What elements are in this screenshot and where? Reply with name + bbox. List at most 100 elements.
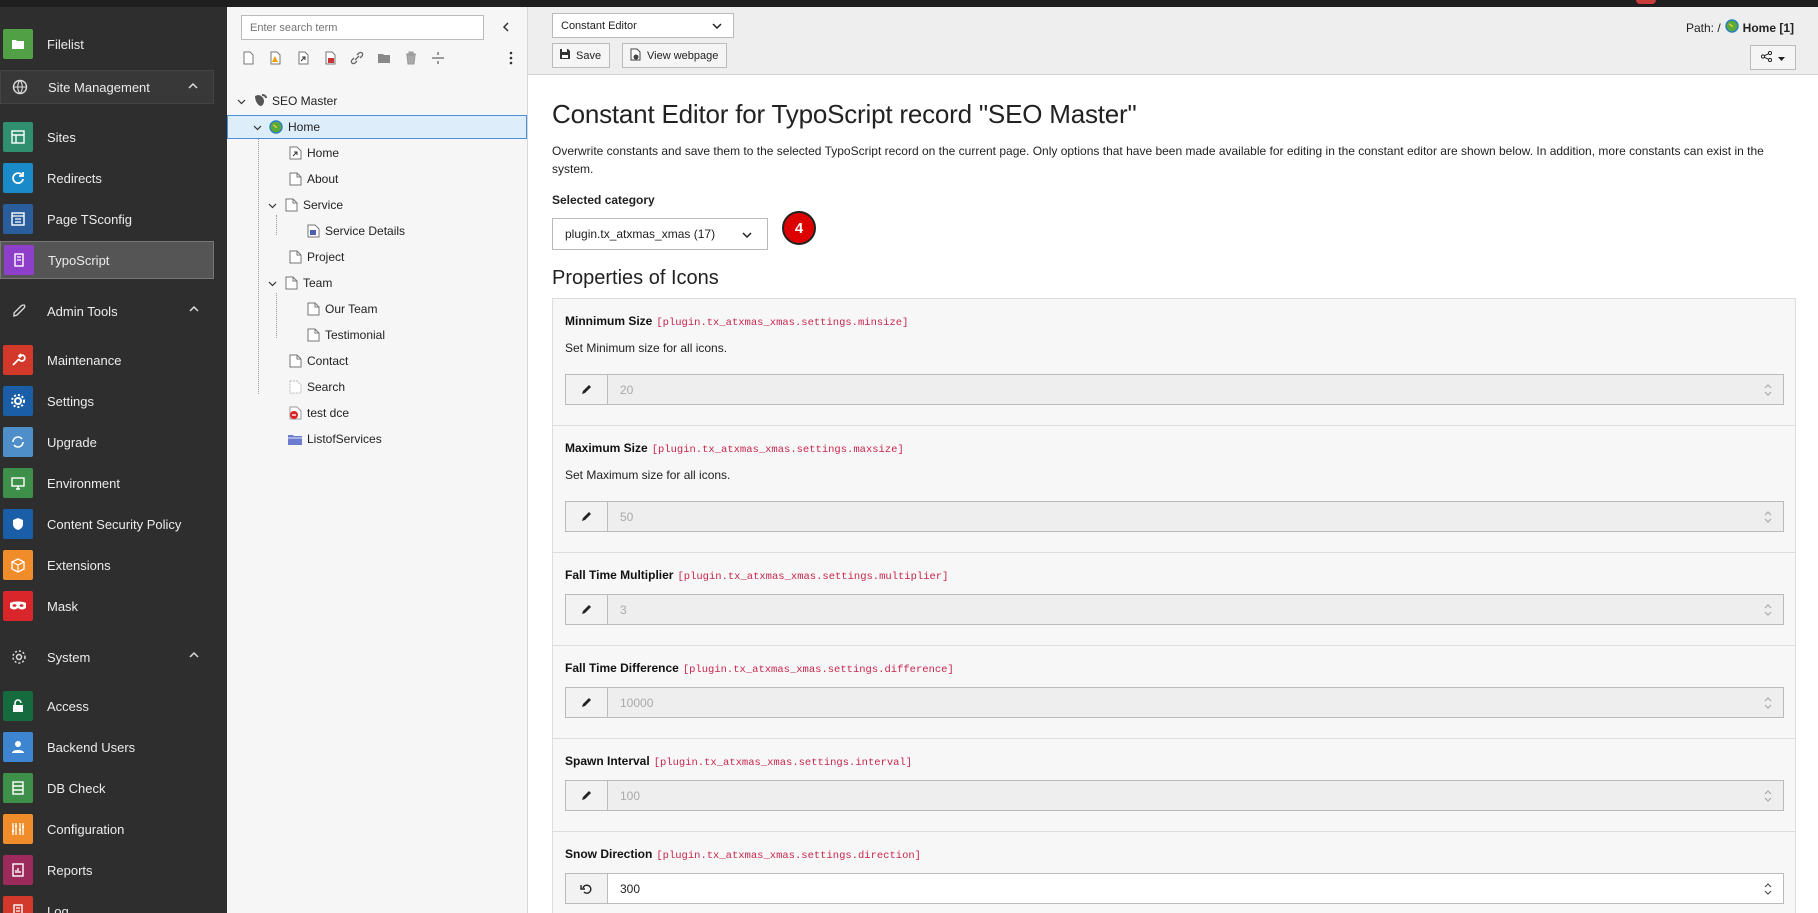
tree-node-service-details[interactable]: Service Details xyxy=(301,219,405,243)
shield-icon xyxy=(3,509,33,539)
view-webpage-button[interactable]: View webpage xyxy=(622,43,728,68)
wrench-icon xyxy=(3,345,33,375)
notification-dot[interactable] xyxy=(1636,0,1656,4)
property-value-input[interactable]: 10000 xyxy=(608,688,1753,717)
divider-icon[interactable] xyxy=(429,49,447,67)
share-icon xyxy=(1760,50,1773,65)
tree-node-team[interactable]: Team xyxy=(265,271,332,295)
breadcrumb: Path: / Home [1] xyxy=(1686,19,1794,36)
module-db-check[interactable]: DB Check xyxy=(0,769,227,807)
tree-node-about[interactable]: About xyxy=(283,167,338,191)
new-link-page-icon[interactable] xyxy=(321,49,339,67)
module-redirects[interactable]: Redirects xyxy=(0,159,227,197)
chevron-down-icon[interactable] xyxy=(265,279,279,288)
module-settings[interactable]: Settings xyxy=(0,382,227,420)
chevron-down-icon[interactable] xyxy=(250,123,264,132)
module-item-partial[interactable] xyxy=(0,7,227,19)
property-description: Set Maximum size for all icons. xyxy=(565,468,731,482)
gear-icon xyxy=(4,649,34,665)
spinner-icon[interactable] xyxy=(1753,595,1783,624)
tree-search-input[interactable] xyxy=(241,15,484,40)
property-field: 50 xyxy=(565,501,1784,532)
property-key: [plugin.tx_atxmas_xmas.settings.multipli… xyxy=(677,571,949,583)
group-admin-tools[interactable]: Admin Tools xyxy=(0,294,214,328)
module-mask[interactable]: Mask xyxy=(0,587,227,625)
tree-node-project[interactable]: Project xyxy=(283,245,344,269)
share-button[interactable] xyxy=(1750,45,1796,70)
undo-icon[interactable] xyxy=(566,874,608,903)
module-backend-users[interactable]: Backend Users xyxy=(0,728,227,766)
module-access[interactable]: Access xyxy=(0,687,227,725)
tree-node-label: Home xyxy=(288,120,321,134)
more-options-icon[interactable] xyxy=(502,49,520,67)
category-select[interactable]: plugin.tx_atxmas_xmas (17) xyxy=(552,218,768,250)
property-row: Minnimum Size [plugin.tx_atxmas_xmas.sett… xyxy=(553,299,1795,426)
module-log[interactable]: Log xyxy=(0,892,227,913)
module-label: Environment xyxy=(47,475,120,491)
collapse-tree-icon[interactable] xyxy=(497,18,515,36)
module-configuration[interactable]: Configuration xyxy=(0,810,227,848)
property-value-input[interactable]: 3 xyxy=(608,595,1753,624)
property-value-input[interactable]: 300 xyxy=(608,874,1753,903)
redirect-icon xyxy=(3,163,33,193)
tree-node-search[interactable]: Search xyxy=(283,375,345,399)
tree-node-home-child[interactable]: Home xyxy=(283,141,339,165)
chevron-down-icon xyxy=(711,20,723,35)
tree-node-our-team[interactable]: Our Team xyxy=(301,297,377,321)
property-value-input[interactable]: 20 xyxy=(608,375,1753,404)
new-shortcut-icon[interactable] xyxy=(294,49,312,67)
tree-node-contact[interactable]: Contact xyxy=(283,349,348,373)
tree-node-service[interactable]: Service xyxy=(265,193,343,217)
chevron-down-icon[interactable] xyxy=(234,97,248,106)
tree-node-testimonial[interactable]: Testimonial xyxy=(301,323,385,347)
property-heading: Minnimum Size [plugin.tx_atxmas_xmas.sett… xyxy=(565,314,908,329)
new-page-icon[interactable] xyxy=(239,49,257,67)
module-label: DB Check xyxy=(47,780,106,796)
pencil-icon[interactable] xyxy=(566,781,608,810)
tree-node-listofservices[interactable]: ListofServices xyxy=(283,427,382,451)
property-value-input[interactable]: 50 xyxy=(608,502,1753,531)
module-reports[interactable]: Reports xyxy=(0,851,227,889)
trash-icon[interactable] xyxy=(402,49,420,67)
module-typoscript[interactable]: TypoScript xyxy=(0,241,214,279)
page-icon xyxy=(287,353,303,369)
spinner-icon[interactable] xyxy=(1753,781,1783,810)
path-page[interactable]: Home [1] xyxy=(1743,21,1794,35)
module-maintenance[interactable]: Maintenance xyxy=(0,341,227,379)
folder-icon[interactable] xyxy=(375,49,393,67)
module-sites[interactable]: Sites xyxy=(0,118,227,156)
spinner-icon[interactable] xyxy=(1753,874,1783,903)
pencil-icon[interactable] xyxy=(566,502,608,531)
pencil-icon[interactable] xyxy=(566,595,608,624)
tree-node-home[interactable]: Home xyxy=(227,115,527,139)
module-page-tsconfig[interactable]: Page TSconfig xyxy=(0,200,227,238)
page-icon xyxy=(305,327,321,343)
tree-node-root[interactable]: SEO Master xyxy=(234,89,528,113)
chevron-down-icon[interactable] xyxy=(265,201,279,210)
module-label: Mask xyxy=(47,598,79,614)
module-extensions[interactable]: Extensions xyxy=(0,546,227,584)
module-upgrade[interactable]: Upgrade xyxy=(0,423,227,461)
module-csp[interactable]: Content Security Policy xyxy=(0,505,227,543)
section-title: Properties of Icons xyxy=(552,267,719,289)
spinner-icon[interactable] xyxy=(1753,375,1783,404)
new-page-warning-icon[interactable] xyxy=(266,49,284,67)
spinner-icon[interactable] xyxy=(1753,502,1783,531)
link-icon[interactable] xyxy=(348,49,366,67)
pencil-icon[interactable] xyxy=(566,688,608,717)
tree-node-test-dce[interactable]: test dce xyxy=(283,401,349,425)
function-select[interactable]: Constant Editor xyxy=(552,13,734,38)
module-environment[interactable]: Environment xyxy=(0,464,227,502)
property-name: Snow Direction xyxy=(565,847,653,861)
group-site-management[interactable]: Site Management xyxy=(0,70,214,104)
save-button[interactable]: Save xyxy=(552,43,611,68)
module-label: Extensions xyxy=(47,557,111,573)
globe-page-icon xyxy=(268,119,284,135)
property-value-input[interactable]: 100 xyxy=(608,781,1753,810)
spinner-icon[interactable] xyxy=(1753,688,1783,717)
tree-node-label: Project xyxy=(307,250,345,264)
module-filelist[interactable]: Filelist xyxy=(0,25,227,63)
group-label: Admin Tools xyxy=(47,303,118,319)
group-system[interactable]: System xyxy=(0,640,214,674)
pencil-icon[interactable] xyxy=(566,375,608,404)
